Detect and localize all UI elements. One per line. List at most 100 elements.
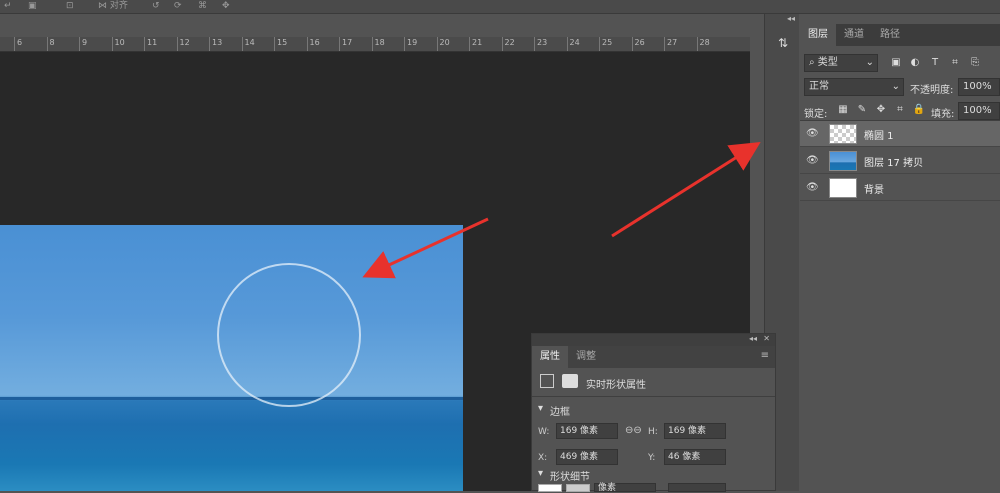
shape-filter-icon[interactable]: ⌗ — [948, 56, 962, 70]
transform-icon[interactable]: ▣ — [28, 0, 37, 12]
bounds-toggle-icon[interactable]: ▾ — [538, 403, 543, 414]
type-filter-icon[interactable]: T — [928, 56, 942, 70]
filter-label: 类型 — [817, 57, 838, 68]
blend-mode-select[interactable]: 正常 ⌄ — [804, 78, 904, 96]
undo-icon[interactable]: ↺ — [152, 0, 160, 12]
layer-name: 图层 17 拷贝 — [864, 158, 924, 169]
height-input[interactable]: 169 像素 — [664, 423, 726, 439]
fill-input[interactable]: 100% — [958, 102, 1000, 120]
adjustment-filter-icon[interactable]: ◐ — [908, 56, 922, 70]
divider — [532, 396, 775, 397]
ruler-tick: 6 — [14, 37, 22, 51]
layer-filter-select[interactable]: ⌕ 类型 ⌄ — [804, 54, 878, 72]
ruler-tick: 24 — [566, 37, 580, 51]
properties-title: 实时形状属性 — [586, 380, 646, 391]
properties-panel: ◂◂ ✕ 属性 调整 ≡ 实时形状属性 ▾ 边框 W: 169 像素 ⊖⊖ H:… — [531, 333, 776, 493]
mask-icon — [562, 374, 578, 388]
layer-row-photo-copy[interactable]: 👁 图层 17 拷贝 — [800, 148, 1000, 174]
command-icon[interactable]: ⌘ — [198, 0, 207, 12]
ruler-tick: 28 — [696, 37, 710, 51]
filter-search-icon: ⌕ — [809, 57, 818, 68]
layer-name: 背景 — [864, 185, 884, 196]
layers-panel: 图层 通道 路径 ⌕ 类型 ⌄ ▣ ◐ T ⌗ ⎘ 正常 ⌄ 不透明度: 100… — [800, 24, 1000, 491]
horizontal-ruler[interactable]: 6 8 9 10 11 12 13 14 15 16 17 18 19 20 21 22 23 24 25 26 27 2… — [0, 37, 750, 52]
pixel-filter-icon[interactable]: ▣ — [889, 56, 903, 70]
ruler-tick: 22 — [501, 37, 515, 51]
lock-image-icon[interactable]: ✎ — [855, 103, 869, 117]
y-label: Y: — [648, 453, 656, 463]
ellipse-shape[interactable] — [217, 263, 361, 407]
tab-properties[interactable]: 属性 — [532, 346, 568, 368]
close-icon[interactable]: ✕ — [763, 334, 770, 343]
layer-thumbnail — [829, 124, 857, 144]
shape-bounds-icon — [540, 374, 554, 388]
properties-header: ◂◂ ✕ — [532, 334, 775, 346]
ruler-tick: 16 — [306, 37, 320, 51]
tab-layers[interactable]: 图层 — [800, 24, 836, 46]
ruler-tick: 9 — [79, 37, 87, 51]
ruler-tick: 27 — [664, 37, 677, 51]
link-icon[interactable]: ⊖⊖ — [625, 425, 642, 436]
lock-all-icon[interactable]: 🔒 — [912, 103, 926, 117]
shape-section-title: 形状细节 — [550, 472, 590, 483]
layers-tabs: 图层 通道 路径 — [800, 24, 1000, 46]
ruler-tick: 26 — [631, 37, 645, 51]
layer-row-background[interactable]: 👁 背景 — [800, 175, 1000, 201]
ruler-tick: 12 — [176, 37, 190, 51]
ruler-tick: 25 — [599, 37, 612, 51]
tab-adjustments[interactable]: 调整 — [568, 346, 604, 368]
chevron-down-icon: ⌄ — [865, 57, 874, 68]
ruler-tick: 17 — [339, 37, 352, 51]
lock-position-icon[interactable]: ✥ — [874, 103, 888, 117]
align-icon[interactable]: ⊡ — [66, 0, 74, 12]
fill-label: 填充: — [931, 109, 955, 120]
ruler-tick: 13 — [209, 37, 222, 51]
ruler-tick: 20 — [436, 37, 450, 51]
layer-thumbnail — [829, 151, 857, 171]
layer-row-ellipse[interactable]: 👁 椭圆 1 — [800, 121, 1000, 147]
ruler-tick: 8 — [46, 37, 55, 51]
move-icon[interactable]: ✥ — [222, 0, 230, 12]
panel-menu-icon[interactable]: ≡ — [761, 350, 769, 361]
collapse-icon[interactable]: ◂◂ — [749, 334, 757, 343]
ruler-tick: 21 — [469, 37, 482, 51]
align-label[interactable]: ⋈ 对齐 — [98, 0, 128, 12]
shape-toggle-icon[interactable]: ▾ — [538, 468, 543, 479]
chevron-down-icon: ⌄ — [891, 81, 900, 92]
opacity-label: 不透明度: — [910, 85, 954, 96]
width-label: W: — [538, 427, 550, 437]
ruler-tick: 23 — [534, 37, 547, 51]
ruler-tick: 10 — [111, 37, 125, 51]
collapse-icon[interactable]: ◂◂ — [787, 14, 795, 23]
lock-artboard-icon[interactable]: ⌗ — [893, 103, 907, 117]
lock-label: 锁定: — [804, 109, 828, 120]
ruler-tick: 18 — [371, 37, 385, 51]
blend-mode-value: 正常 — [809, 81, 829, 92]
ruler-tick: 11 — [144, 37, 157, 51]
lock-transparent-icon[interactable]: ▦ — [836, 103, 850, 117]
properties-tabs: 属性 调整 ≡ — [532, 346, 775, 368]
opacity-input[interactable]: 100% — [958, 78, 1000, 96]
options-bar: ↵ ▣ ⊡ ⋈ 对齐 ↺ ⟳ ⌘ ✥ — [0, 0, 1000, 14]
ruler-tick: 19 — [404, 37, 417, 51]
bounds-section-title: 边框 — [550, 407, 570, 418]
layer-thumbnail — [829, 178, 857, 198]
visibility-eye-icon[interactable]: 👁 — [806, 155, 819, 167]
horizon-line — [0, 397, 463, 400]
tab-channels[interactable]: 通道 — [836, 24, 872, 46]
ruler-tick: 14 — [241, 37, 255, 51]
x-input[interactable]: 469 像素 — [556, 449, 618, 465]
layer-name: 椭圆 1 — [864, 131, 894, 142]
smart-object-filter-icon[interactable]: ⎘ — [968, 56, 982, 70]
visibility-eye-icon[interactable]: 👁 — [806, 128, 819, 140]
y-input[interactable]: 46 像素 — [664, 449, 726, 465]
tab-paths[interactable]: 路径 — [872, 24, 908, 46]
history-icon[interactable]: ⇅ — [774, 36, 792, 54]
width-input[interactable]: 169 像素 — [556, 423, 618, 439]
ruler-tick: 15 — [274, 37, 287, 51]
move-tool-icon[interactable]: ↵ — [4, 0, 12, 12]
redo-icon[interactable]: ⟳ — [174, 0, 182, 12]
visibility-eye-icon[interactable]: 👁 — [806, 182, 819, 194]
height-label: H: — [648, 427, 658, 437]
x-label: X: — [538, 453, 548, 463]
